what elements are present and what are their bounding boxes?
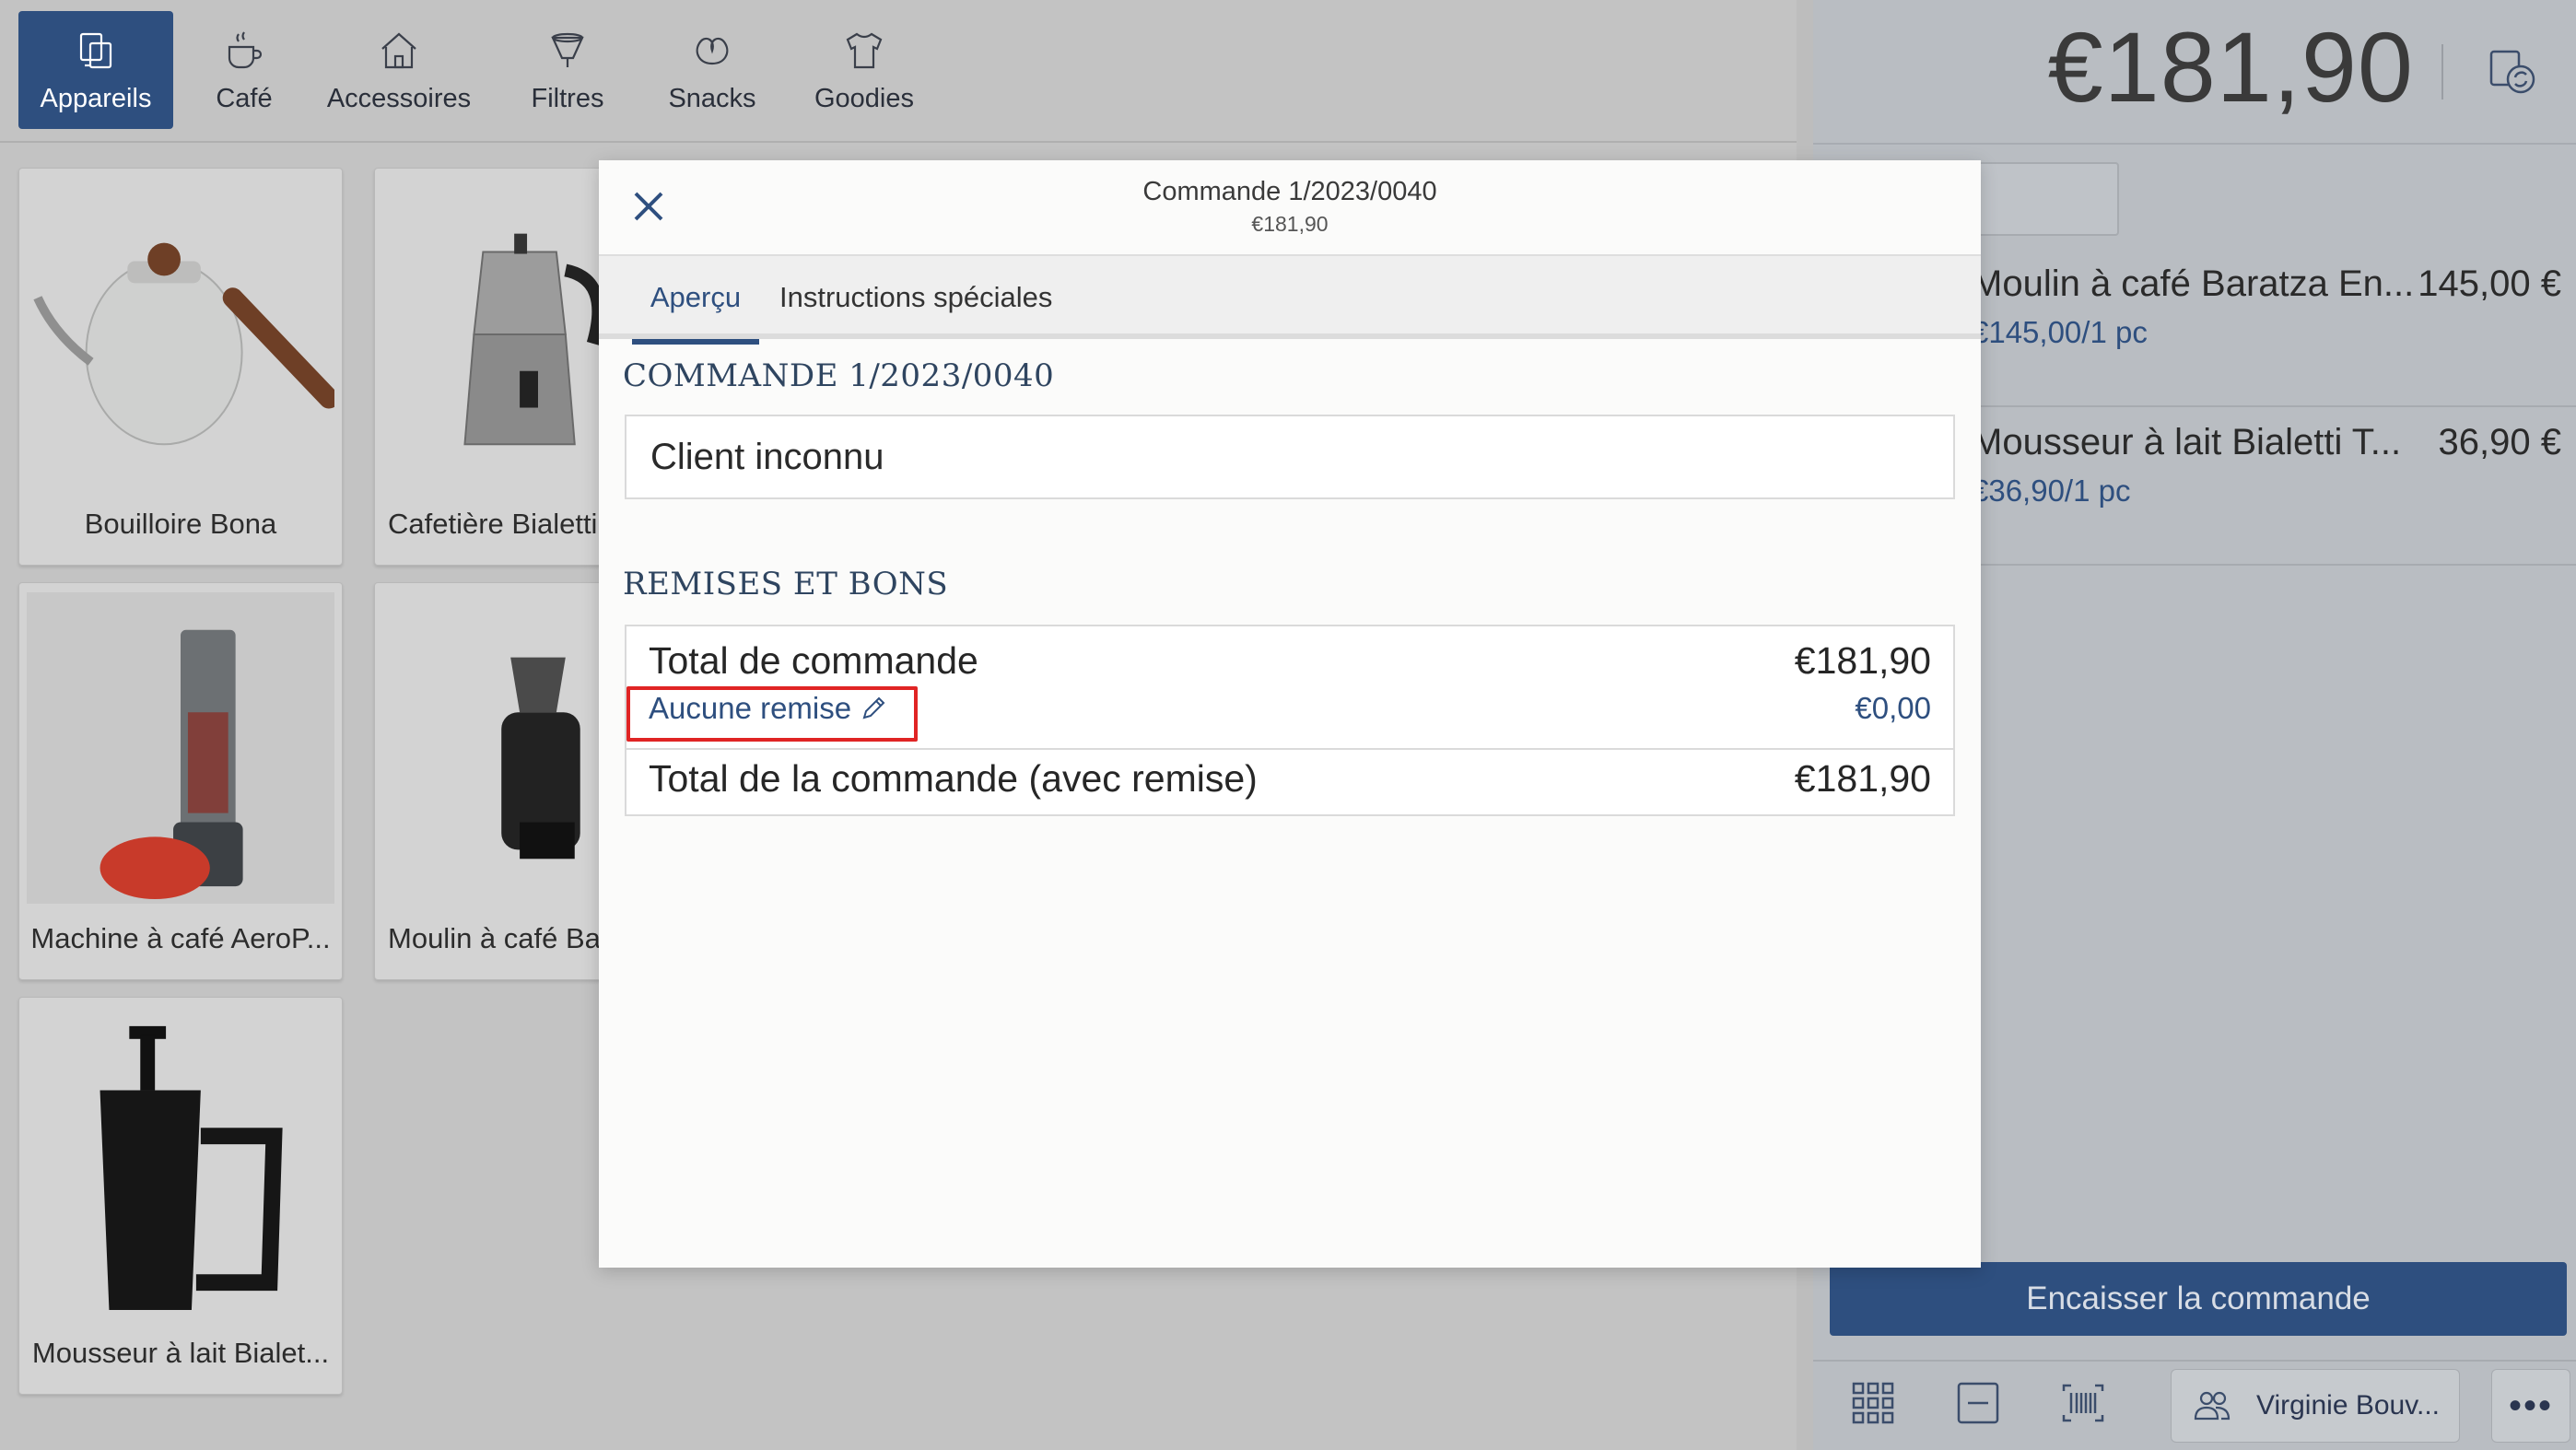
divider (626, 748, 1953, 750)
product-tile[interactable]: Bouilloire Bona (18, 168, 343, 566)
category-label: Accessoires (326, 84, 472, 113)
product-tile[interactable]: Mousseur à lait Bialet... (18, 997, 343, 1395)
barcode-icon[interactable] (2058, 1378, 2108, 1428)
category-label: Snacks (668, 84, 756, 113)
switch-order-icon[interactable] (2484, 42, 2543, 101)
tshirt-icon (846, 32, 883, 69)
tab-instructions-speciales[interactable]: Instructions spéciales (779, 256, 1052, 339)
category-filtres[interactable]: Filtres (521, 11, 614, 129)
cart-item-unit-price: €145,00/1 pc (1972, 315, 2148, 349)
cart-item-name: Moulin à café Baratza En... (1972, 263, 2415, 304)
discounted-total-label: Total de la commande (avec remise) (649, 757, 1258, 800)
users-icon (2194, 1391, 2231, 1421)
user-button[interactable]: Virginie Bouv... (2171, 1369, 2460, 1443)
cart-item-price: 36,90 € (2438, 422, 2561, 462)
checkout-button[interactable]: Encaisser la commande (1830, 1262, 2567, 1336)
discounted-total-row: Total de la commande (avec remise) €181,… (649, 757, 1931, 801)
more-options-button[interactable]: ••• (2491, 1369, 2570, 1443)
highlight-box (626, 686, 918, 742)
category-label: Café (216, 84, 273, 113)
order-total-label: Total de commande (649, 639, 978, 682)
category-snacks[interactable]: Snacks (662, 11, 763, 129)
cart-item-unit-price: €36,90/1 pc (1972, 474, 2131, 508)
cart-total: €181,90 (2047, 11, 2414, 123)
discounts-heading: REMISES ET BONS (623, 566, 949, 602)
minus-box-icon[interactable] (1953, 1378, 2003, 1428)
discount-value: €0,00 (1855, 691, 1931, 725)
cart-item-price: 145,00 € (2418, 263, 2561, 304)
user-name: Virginie Bouv... (2256, 1390, 2440, 1421)
category-cafe[interactable]: Café (203, 11, 286, 129)
category-accessoires[interactable]: Accessoires (322, 11, 475, 129)
tab-apercu[interactable]: Aperçu (632, 256, 759, 345)
modal-subtitle: €181,90 (1251, 212, 1329, 236)
product-label: Bouilloire Bona (84, 508, 277, 540)
cart-line-item[interactable]: Mousseur à lait Bialetti T... 36,90 € €3… (1972, 407, 2576, 566)
modal-tabs: Aperçu Instructions spéciales (599, 256, 1981, 345)
product-label: Machine à café AeroP... (30, 922, 331, 954)
filter-cone-icon (551, 32, 584, 67)
product-label: Mousseur à lait Bialet... (31, 1337, 330, 1369)
discounted-total-value: €181,90 (1794, 757, 1931, 800)
house-icon (381, 32, 416, 69)
category-label: Filtres (531, 84, 604, 113)
divider (2441, 44, 2443, 99)
order-total-row: Total de commande €181,90 (649, 639, 1931, 683)
category-goodies[interactable]: Goodies (807, 11, 921, 129)
modal-header: Commande 1/2023/0040 €181,90 (599, 160, 1981, 256)
devices-icon (79, 32, 112, 69)
category-bar: Appareils Café Accessoires Filtres Snack… (0, 0, 1797, 143)
category-appareils[interactable]: Appareils (18, 11, 173, 129)
client-name: Client inconnu (650, 436, 884, 477)
order-heading: COMMANDE 1/2023/0040 (623, 357, 1055, 394)
grid-icon[interactable] (1848, 1378, 1898, 1428)
divider (1813, 143, 2576, 145)
modal-title: Commande 1/2023/0040 (1142, 177, 1437, 206)
pretzel-icon (696, 37, 729, 65)
order-total-value: €181,90 (1794, 639, 1931, 682)
product-tile[interactable]: Machine à café AeroP... (18, 582, 343, 980)
coffee-cup-icon (228, 31, 263, 69)
category-label: Goodies (814, 84, 914, 113)
cart-item-name: Mousseur à lait Bialetti T... (1972, 422, 2402, 462)
milk-frother-image (27, 1007, 334, 1318)
aeropress-image (27, 592, 334, 904)
category-label: Appareils (40, 84, 152, 113)
cart-search-field[interactable] (1972, 162, 2119, 236)
cart-line-item[interactable]: Moulin à café Baratza En... 145,00 € €14… (1972, 249, 2576, 407)
client-field[interactable]: Client inconnu (625, 415, 1955, 499)
kettle-image (27, 178, 334, 489)
